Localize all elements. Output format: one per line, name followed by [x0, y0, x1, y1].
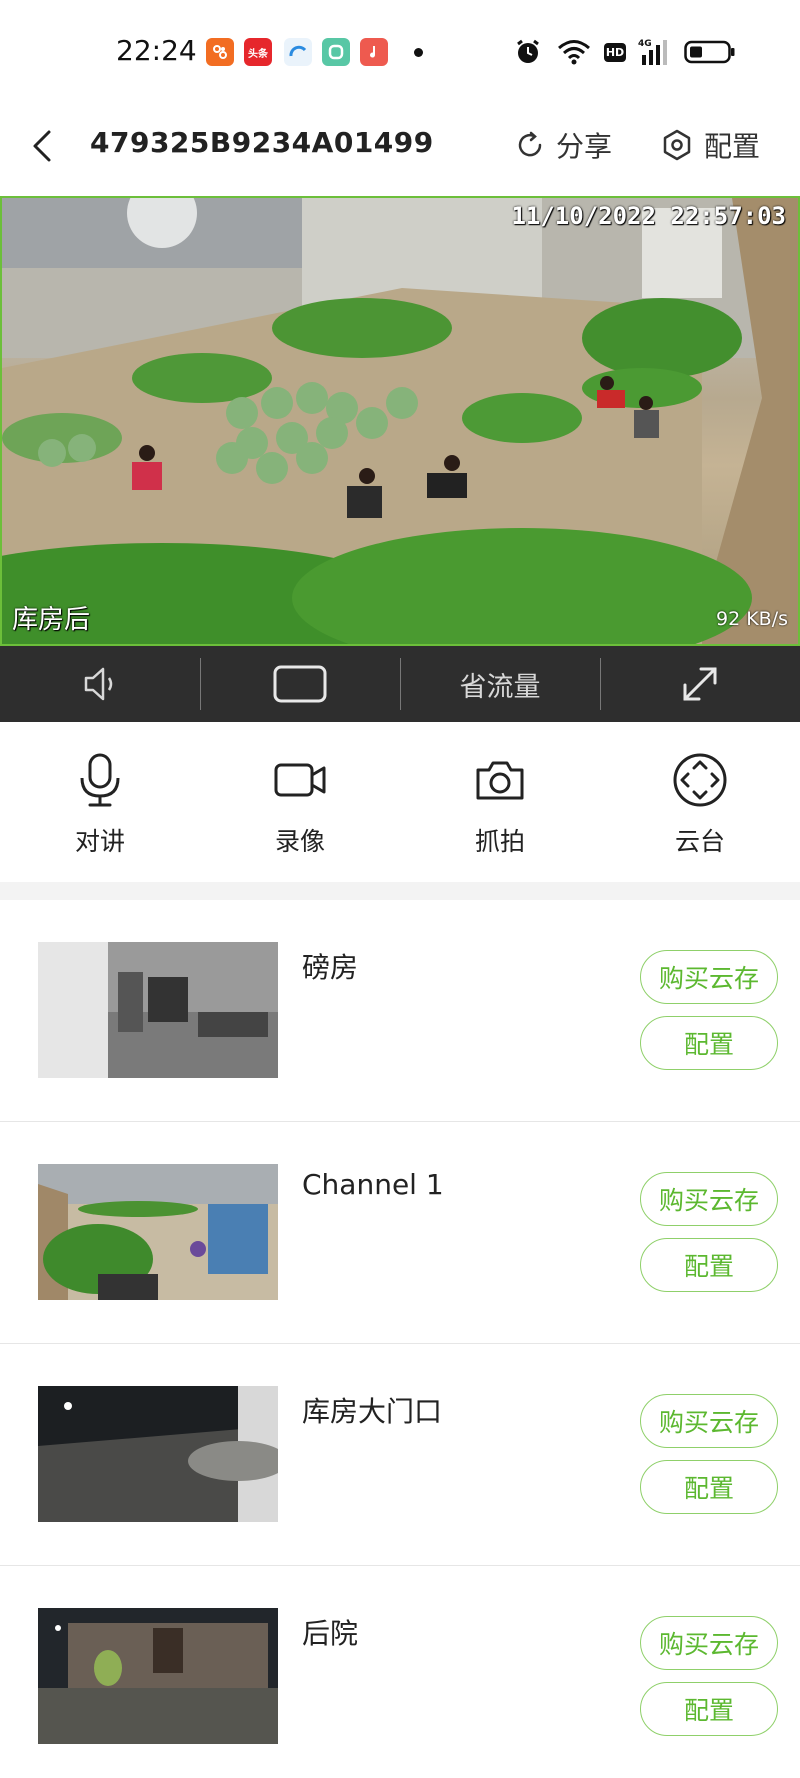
- channel-thumbnail[interactable]: [38, 1386, 278, 1522]
- chevron-left-icon: [33, 130, 51, 162]
- fullscreen-button[interactable]: [600, 646, 800, 722]
- settings-hexagon-icon: [663, 129, 691, 161]
- video-timestamp: 11/10/2022 22:57:03: [511, 202, 786, 230]
- share-button[interactable]: 分享: [514, 120, 612, 170]
- channel-name: 库房大门口: [302, 1395, 443, 1428]
- signal-4g-icon: 4G: [638, 36, 674, 68]
- video-frame: [2, 198, 798, 644]
- ptz-button[interactable]: 云台: [600, 722, 800, 882]
- buy-cloud-storage-button[interactable]: 购买云存: [640, 1394, 778, 1448]
- record-button[interactable]: 录像: [200, 722, 400, 882]
- music-icon: [360, 38, 388, 66]
- mute-button[interactable]: [0, 646, 200, 722]
- aspect-ratio-button[interactable]: [200, 646, 400, 722]
- wifi-icon: [556, 36, 592, 68]
- channel-config-button[interactable]: 配置: [640, 1682, 778, 1736]
- channel-item[interactable]: Channel 1 购买云存 配置: [0, 1122, 800, 1344]
- channel-item[interactable]: 库房大门口 购买云存 配置: [0, 1344, 800, 1566]
- video-bitrate: 92 KB/s: [715, 608, 788, 630]
- channel-thumbnail[interactable]: [38, 1608, 278, 1744]
- section-divider: [0, 882, 800, 900]
- save-traffic-label: 省流量: [459, 671, 541, 703]
- talk-button[interactable]: 对讲: [0, 722, 200, 882]
- speaker-icon: [84, 667, 113, 701]
- config-label: 配置: [704, 130, 761, 163]
- alarm-icon: [512, 36, 544, 68]
- share-label: 分享: [556, 130, 613, 163]
- channel-name: 磅房: [302, 951, 359, 984]
- camera-icon: [470, 750, 530, 810]
- hd-icon: HD: [602, 36, 628, 68]
- channel-name: Channel 1: [302, 1168, 444, 1201]
- channel-name: 后院: [302, 1617, 359, 1650]
- ptz-control-icon: [670, 750, 730, 810]
- config-button[interactable]: 配置: [660, 120, 760, 170]
- action-row: 对讲 录像 抓拍 云台: [0, 722, 800, 882]
- channel-thumbnail[interactable]: [38, 1164, 278, 1300]
- header: 479325B9234A01499 分享 配置: [0, 104, 800, 196]
- expand-icon: [683, 667, 717, 701]
- channel-item[interactable]: 后院 购买云存 配置: [0, 1566, 800, 1778]
- talk-label: 对讲: [74, 827, 125, 856]
- video-camera-name: 库房后: [12, 605, 91, 635]
- channel-config-button[interactable]: 配置: [640, 1460, 778, 1514]
- ptz-label: 云台: [674, 827, 725, 856]
- snapshot-button[interactable]: 抓拍: [400, 722, 600, 882]
- browser-icon: [284, 38, 312, 66]
- status-time: 22:24: [116, 34, 197, 67]
- status-bar: 22:24 头条 HD 4G: [0, 0, 800, 104]
- notification-dot: [414, 48, 423, 57]
- microphone-icon: [70, 750, 130, 810]
- channel-thumbnail[interactable]: [38, 942, 278, 1078]
- device-title: 479325B9234A01499: [90, 126, 434, 159]
- live-video-player[interactable]: 11/10/2022 22:57:03 库房后 92 KB/s: [0, 196, 800, 646]
- buy-cloud-storage-button[interactable]: 购买云存: [640, 1172, 778, 1226]
- toutiao-icon: 头条: [244, 38, 272, 66]
- channel-config-button[interactable]: 配置: [640, 1016, 778, 1070]
- video-camera-icon: [270, 750, 330, 810]
- hd-label: HD: [603, 42, 627, 62]
- channel-list: 磅房 购买云存 配置 Channel 1 购买云存 配置 库房大门口 购买云存 …: [0, 900, 800, 1778]
- save-traffic-button[interactable]: 省流量: [400, 646, 600, 722]
- channel-config-button[interactable]: 配置: [640, 1238, 778, 1292]
- back-button[interactable]: [22, 122, 62, 170]
- battery-icon: [684, 36, 736, 68]
- buy-cloud-storage-button[interactable]: 购买云存: [640, 1616, 778, 1670]
- buy-cloud-storage-button[interactable]: 购买云存: [640, 950, 778, 1004]
- snapshot-label: 抓拍: [474, 827, 525, 856]
- rectangle-icon: [273, 665, 327, 703]
- channel-item[interactable]: 磅房 购买云存 配置: [0, 900, 800, 1122]
- camera-app-icon: [322, 38, 350, 66]
- taobao-icon: [206, 38, 234, 66]
- video-control-bar: 省流量: [0, 646, 800, 722]
- svg-text:4G: 4G: [638, 39, 652, 49]
- record-label: 录像: [274, 827, 325, 856]
- share-refresh-icon: [518, 131, 542, 157]
